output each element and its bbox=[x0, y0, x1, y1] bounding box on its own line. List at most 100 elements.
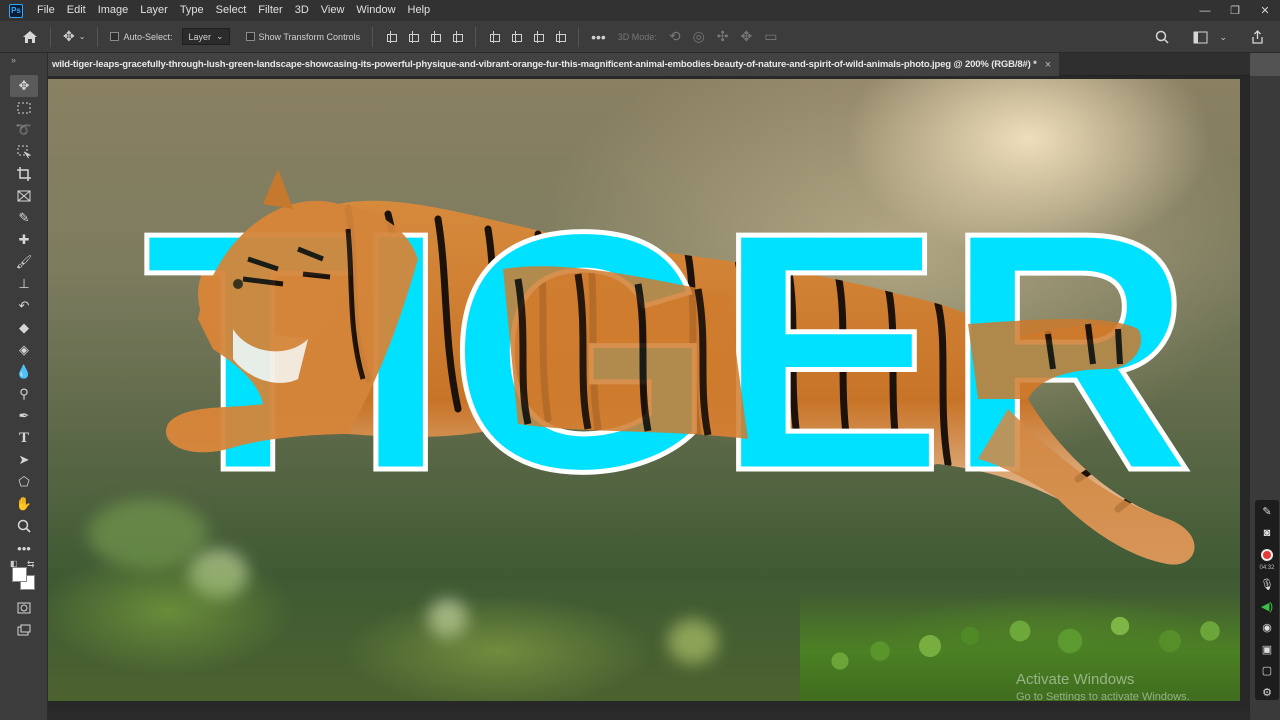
fullscreen-icon[interactable]: ▢ bbox=[1259, 663, 1275, 679]
paint-bucket-tool-icon[interactable]: ◈ bbox=[10, 339, 38, 361]
dodge-tool-icon[interactable]: ⚲ bbox=[10, 383, 38, 405]
type-tool-icon[interactable]: T bbox=[10, 427, 38, 449]
eraser-tool-icon[interactable]: ◆ bbox=[10, 317, 38, 339]
menu-bar: Ps File Edit Image Layer Type Select Fil… bbox=[0, 0, 1280, 21]
menu-edit[interactable]: Edit bbox=[61, 0, 92, 21]
hand-tool-icon[interactable]: ✋ bbox=[10, 493, 38, 515]
3d-slide-icon[interactable]: ✥ bbox=[741, 28, 753, 45]
activate-windows-watermark: Activate Windows Go to Settings to activ… bbox=[1016, 671, 1190, 701]
photoshop-logo-icon[interactable]: Ps bbox=[9, 3, 23, 18]
menu-layer[interactable]: Layer bbox=[134, 0, 174, 21]
menu-select[interactable]: Select bbox=[210, 0, 253, 21]
align-left-icon[interactable] bbox=[385, 30, 398, 44]
minimize-button[interactable]: — bbox=[1190, 0, 1220, 21]
menu-type[interactable]: Type bbox=[174, 0, 210, 21]
align-top-icon[interactable] bbox=[488, 30, 501, 44]
search-icon[interactable] bbox=[1155, 30, 1169, 44]
object-select-tool-icon[interactable] bbox=[10, 141, 38, 163]
move-tool-icon[interactable]: ✥ bbox=[10, 75, 38, 97]
document-canvas[interactable]: TIGER Activate Windows Go to Settings to… bbox=[48, 79, 1240, 701]
divider bbox=[50, 26, 51, 47]
show-transform-checkbox[interactable]: Show Transform Controls bbox=[245, 31, 361, 42]
blur-tool-icon[interactable]: 💧 bbox=[10, 361, 38, 383]
healing-brush-tool-icon[interactable]: ✚ bbox=[10, 229, 38, 251]
3d-pan-icon[interactable]: ✣ bbox=[717, 28, 729, 45]
more-options-icon[interactable]: ••• bbox=[591, 29, 606, 45]
distribute-buttons bbox=[488, 30, 567, 44]
restore-button[interactable]: ❐ bbox=[1220, 0, 1250, 21]
foreground-color-swatch[interactable] bbox=[12, 567, 27, 582]
close-window-button[interactable]: ✕ bbox=[1250, 0, 1280, 21]
menu-3d[interactable]: 3D bbox=[289, 0, 315, 21]
screen-recorder-toolbar: ✎ ◙ 04:32 🎙 ◀) ◉ ▣ ▢ ⚙ bbox=[1255, 500, 1279, 700]
window-icon[interactable]: ▣ bbox=[1259, 641, 1275, 657]
menu-help[interactable]: Help bbox=[402, 0, 437, 21]
show-transform-label: Show Transform Controls bbox=[258, 31, 361, 42]
distribute-icon[interactable] bbox=[451, 30, 464, 44]
more-tools-icon[interactable]: ••• bbox=[10, 537, 38, 559]
eyedropper-tool-icon[interactable]: ✎ bbox=[10, 207, 38, 229]
pen-tool-icon[interactable]: ✒ bbox=[10, 405, 38, 427]
align-center-icon[interactable] bbox=[407, 30, 420, 44]
align-buttons bbox=[385, 30, 464, 44]
clone-stamp-tool-icon[interactable]: ⊥ bbox=[10, 273, 38, 295]
distribute-vertical-icon[interactable] bbox=[554, 30, 567, 44]
screen-mode-icon[interactable] bbox=[10, 619, 38, 641]
speaker-icon[interactable]: ◀) bbox=[1259, 598, 1275, 614]
color-swatches[interactable]: ◧ ⇆ bbox=[10, 559, 38, 593]
collapse-panel-icon[interactable]: » bbox=[0, 53, 47, 75]
document-title: wild-tiger-leaps-gracefully-through-lush… bbox=[52, 59, 1037, 70]
ellipse-tool-icon[interactable]: ⬠ bbox=[10, 471, 38, 493]
history-brush-tool-icon[interactable]: ↶ bbox=[10, 295, 38, 317]
divider bbox=[372, 26, 374, 47]
menu-filter[interactable]: Filter bbox=[252, 0, 288, 21]
crop-tool-icon[interactable] bbox=[10, 163, 38, 185]
close-tab-icon[interactable]: × bbox=[1045, 59, 1051, 71]
auto-select-label: Auto-Select: bbox=[123, 31, 173, 42]
path-select-tool-icon[interactable]: ➤ bbox=[10, 449, 38, 471]
webcam-icon[interactable]: ◉ bbox=[1259, 620, 1275, 636]
canvas-area[interactable]: TIGER Activate Windows Go to Settings to… bbox=[48, 76, 1250, 720]
checkbox-box[interactable] bbox=[245, 32, 255, 41]
lasso-tool-icon[interactable]: ➰ bbox=[10, 119, 38, 141]
swap-colors-icon[interactable]: ⇆ bbox=[27, 559, 35, 570]
microphone-icon[interactable]: 🎙 bbox=[1259, 577, 1275, 593]
document-tab-bar: wild-tiger-leaps-gracefully-through-lush… bbox=[48, 53, 1250, 76]
menu-file[interactable]: File bbox=[31, 0, 61, 21]
workspace-icon[interactable] bbox=[1193, 31, 1209, 44]
home-icon[interactable] bbox=[22, 30, 38, 44]
auto-select-dropdown[interactable]: Layer ⌄ bbox=[182, 28, 230, 45]
watermark-title: Activate Windows bbox=[1016, 671, 1135, 688]
document-tab[interactable]: wild-tiger-leaps-gracefully-through-lush… bbox=[48, 53, 1060, 76]
chevron-down-icon[interactable]: ⌄ bbox=[1219, 32, 1227, 43]
auto-select-checkbox[interactable]: Auto-Select: bbox=[110, 32, 172, 42]
brush-tool-icon[interactable]: 🖌 bbox=[10, 251, 38, 273]
checkbox-box[interactable] bbox=[110, 32, 120, 41]
frame-tool-icon[interactable] bbox=[10, 185, 38, 207]
quick-mask-icon[interactable] bbox=[10, 597, 38, 619]
record-button[interactable] bbox=[1259, 547, 1275, 563]
3d-scale-icon[interactable]: ▭ bbox=[764, 28, 777, 45]
3d-roll-icon[interactable]: ◎ bbox=[693, 28, 705, 45]
chevron-down-icon: ⌄ bbox=[215, 31, 224, 41]
camera-icon[interactable]: ◙ bbox=[1259, 526, 1275, 542]
divider bbox=[578, 26, 580, 47]
3d-orbit-icon[interactable]: ⟲ bbox=[669, 28, 681, 45]
menu-view[interactable]: View bbox=[315, 0, 351, 21]
marquee-tool-icon[interactable] bbox=[10, 97, 38, 119]
auto-select-value: Layer bbox=[188, 31, 211, 42]
gear-icon[interactable]: ⚙ bbox=[1259, 685, 1275, 701]
menu-window[interactable]: Window bbox=[350, 0, 401, 21]
watermark-subtitle: Go to Settings to activate Windows. bbox=[1016, 691, 1190, 701]
menu-image[interactable]: Image bbox=[92, 0, 135, 21]
status-bar bbox=[48, 710, 1250, 720]
options-bar: ✥ ⌄ Auto-Select: Layer ⌄ Show Transform C… bbox=[0, 21, 1280, 53]
align-right-icon[interactable] bbox=[429, 30, 442, 44]
3d-mode-label: 3D Mode: bbox=[617, 31, 657, 42]
move-tool-preset-icon[interactable]: ✥ ⌄ bbox=[63, 28, 85, 45]
pen-icon[interactable]: ✎ bbox=[1259, 504, 1275, 520]
align-bottom-icon[interactable] bbox=[532, 30, 545, 44]
zoom-tool-icon[interactable] bbox=[10, 515, 38, 537]
share-icon[interactable] bbox=[1251, 30, 1264, 44]
align-middle-icon[interactable] bbox=[510, 30, 523, 44]
